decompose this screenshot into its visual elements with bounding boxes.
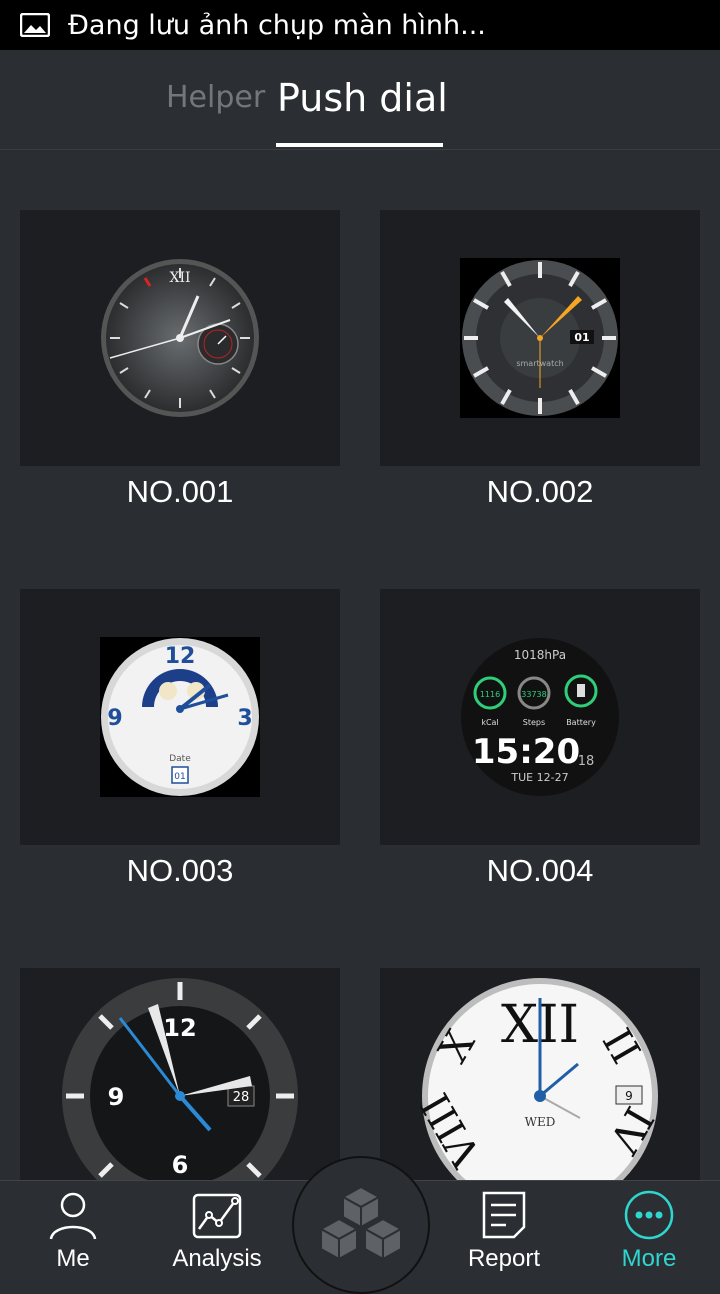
person-icon [49, 1192, 97, 1240]
nav-label-report: Report [467, 1245, 541, 1272]
nav-me[interactable]: Me [28, 1181, 118, 1281]
watch-face-004: 1018hPa 1116 kCal 33738 Steps Battery 15… [461, 638, 619, 796]
dial-label: NO.002 [486, 474, 594, 509]
dial-preview[interactable]: 12 9 6 28 [20, 968, 340, 1180]
svg-text:XII: XII [169, 270, 190, 286]
numeral-12: 12 [163, 1014, 196, 1042]
numeral-3: 3 [237, 706, 252, 731]
numeral-9: 9 [107, 706, 122, 731]
dial-pressure: 1018hPa [514, 648, 566, 662]
dial-date-label: Date [169, 754, 191, 764]
watch-face-003: 12 9 3 Date 01 [100, 637, 260, 797]
dial-day: WED [525, 1115, 556, 1129]
dial-label: NO.001 [126, 474, 234, 509]
watch-face-002: 01 smartwatch [460, 258, 620, 418]
numeral-12: 12 [165, 644, 196, 669]
dial-brand: smartwatch [516, 359, 563, 368]
dial-card-001[interactable]: XII NO.001 [20, 210, 340, 510]
tab-bar: Helper Push dial [0, 50, 720, 150]
tab-push-dial[interactable]: Push dial [277, 76, 448, 120]
status-bar: Đang lưu ảnh chụp màn hình... [0, 0, 720, 50]
nav-more[interactable]: More [604, 1181, 694, 1281]
nav-report[interactable]: Report [454, 1181, 554, 1281]
dial-date: 9 [625, 1089, 633, 1103]
chart-icon [192, 1193, 242, 1239]
dial-date: 01 [574, 331, 589, 344]
steps-label: Steps [523, 718, 545, 727]
dial-card-002[interactable]: 01 smartwatch NO.002 [380, 210, 700, 510]
dial-preview[interactable]: 12 9 3 Date 01 [20, 589, 340, 845]
numeral-6: 6 [172, 1151, 189, 1179]
cubes-logo-icon [319, 1185, 403, 1261]
watch-face-001: XII [101, 259, 259, 417]
status-text: Đang lưu ảnh chụp màn hình... [68, 9, 486, 41]
more-icon [624, 1190, 674, 1240]
dial-card-004[interactable]: 1018hPa 1116 kCal 33738 Steps Battery 15… [380, 589, 700, 889]
dial-time: 15:20 [472, 732, 580, 772]
dial-preview[interactable]: XII [20, 210, 340, 466]
dial-label: NO.004 [486, 853, 594, 888]
battery-label: Battery [566, 718, 596, 727]
nav-label-analysis: Analysis [172, 1245, 262, 1272]
dial-date-line: TUE 12-27 [510, 771, 568, 784]
nav-analysis[interactable]: Analysis [162, 1181, 272, 1281]
nav-label-more: More [621, 1245, 677, 1272]
dial-card-006[interactable]: XII II IV X VIII 9 WED [380, 968, 700, 1180]
steps-value: 33738 [521, 690, 546, 699]
nav-label-me: Me [56, 1245, 90, 1272]
numeral-9: 9 [108, 1083, 125, 1111]
dial-grid: XII NO.001 01 smartwatch NO.002 12 9 3 D… [0, 150, 720, 1180]
watch-face-006: XII II IV X VIII 9 WED [420, 978, 660, 1180]
image-icon [20, 13, 50, 37]
document-icon [482, 1191, 526, 1239]
active-tab-indicator [276, 143, 443, 147]
watch-face-005: 12 9 6 28 [62, 978, 298, 1180]
tab-helper[interactable]: Helper [166, 80, 265, 115]
dial-preview[interactable]: XII II IV X VIII 9 WED [380, 968, 700, 1180]
dial-date: 01 [174, 772, 185, 782]
dial-preview[interactable]: 1018hPa 1116 kCal 33738 Steps Battery 15… [380, 589, 700, 845]
dial-label: NO.003 [126, 853, 234, 888]
dial-card-005[interactable]: 12 9 6 28 [20, 968, 340, 1180]
kcal-value: 1116 [480, 690, 500, 699]
dial-card-003[interactable]: 12 9 3 Date 01 NO.003 [20, 589, 340, 889]
battery-icon [577, 684, 585, 697]
dial-preview[interactable]: 01 smartwatch [380, 210, 700, 466]
dial-seconds: 18 [578, 754, 595, 769]
center-sync-button[interactable] [292, 1156, 430, 1294]
dial-date: 28 [233, 1090, 250, 1105]
kcal-label: kCal [481, 718, 498, 727]
